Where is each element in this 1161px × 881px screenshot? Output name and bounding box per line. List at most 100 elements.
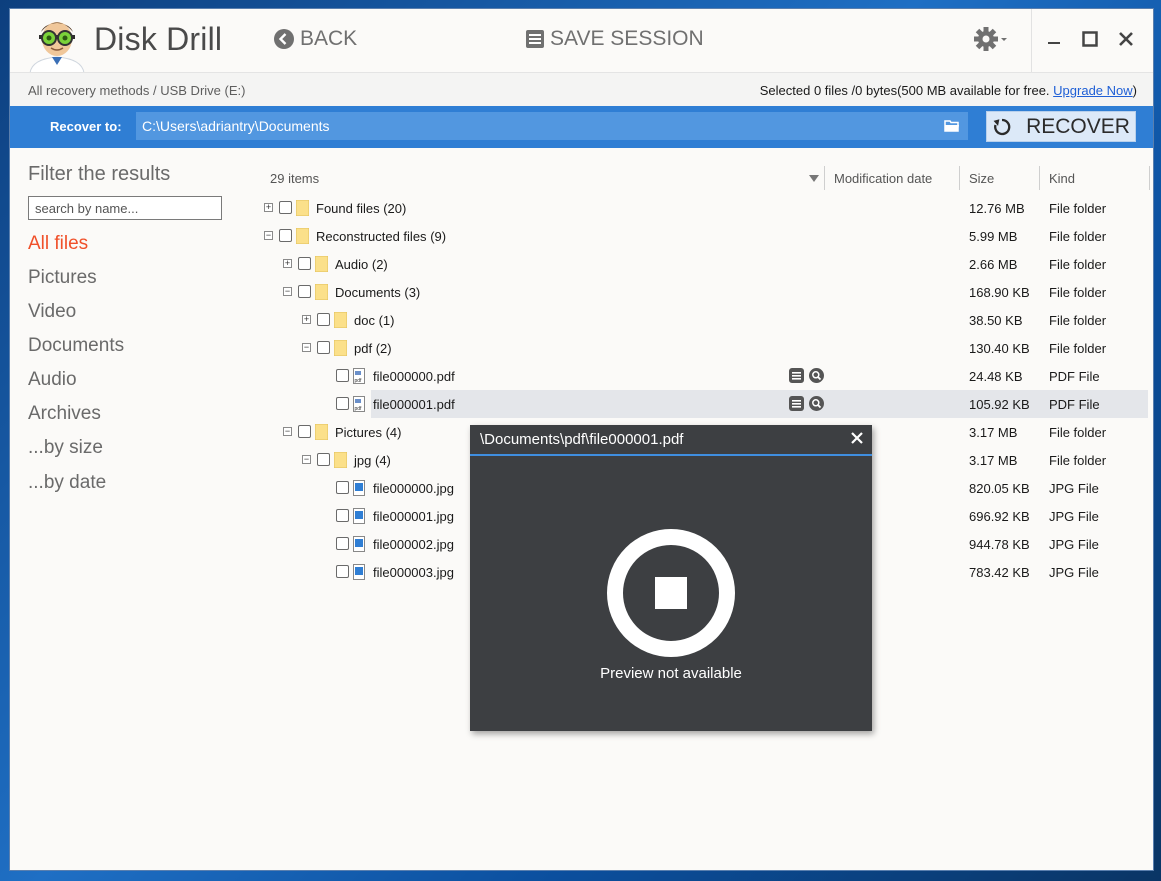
table-row[interactable]: pdf file000001.pdf 105.92 KB PDF File	[258, 390, 1148, 418]
pdf-file-icon: pdf	[353, 368, 365, 384]
row-kind: PDF File	[1049, 397, 1100, 412]
save-session-button[interactable]: SAVE SESSION	[526, 27, 704, 51]
breadcrumb[interactable]: All recovery methods / USB Drive (E:)	[28, 83, 245, 98]
column-header-kind[interactable]: Kind	[1049, 171, 1075, 186]
details-icon[interactable]	[789, 396, 804, 411]
table-row[interactable]: pdf file000000.pdf 24.48 KB PDF File	[258, 362, 1148, 390]
row-checkbox[interactable]	[279, 201, 292, 214]
app-title: Disk Drill	[94, 21, 223, 57]
row-size: 130.40 KB	[969, 341, 1030, 356]
row-kind: File folder	[1049, 341, 1107, 356]
column-separator	[824, 166, 825, 190]
row-name: file000000.pdf	[373, 369, 455, 384]
collapse-icon[interactable]: −	[283, 287, 292, 296]
row-checkbox[interactable]	[336, 537, 349, 550]
breadcrumb-bar: All recovery methods / USB Drive (E:) Se…	[10, 72, 1153, 107]
minimize-button[interactable]	[1042, 27, 1066, 51]
back-arrow-icon	[274, 29, 294, 49]
row-checkbox[interactable]	[336, 509, 349, 522]
row-name: Found files (20)	[316, 201, 407, 216]
row-checkbox[interactable]	[336, 369, 349, 382]
settings-button[interactable]	[974, 27, 1008, 51]
category-by-size[interactable]: ...by size	[28, 437, 103, 459]
back-button[interactable]: BACK	[274, 27, 357, 51]
row-name: doc (1)	[354, 313, 395, 328]
expand-icon[interactable]: +	[264, 203, 273, 212]
table-row[interactable]: + Found files (20) 12.76 MB File folder	[258, 194, 1148, 222]
row-checkbox[interactable]	[336, 481, 349, 494]
column-separator	[959, 166, 960, 190]
row-kind: JPG File	[1049, 509, 1099, 524]
maximize-icon	[1082, 31, 1098, 47]
table-row[interactable]: − Reconstructed files (9) 5.99 MB File f…	[258, 222, 1148, 250]
image-file-icon	[353, 480, 365, 496]
selection-text: Selected 0 files /0 bytes(500 MB availab…	[759, 83, 1050, 98]
category-pictures[interactable]: Pictures	[28, 267, 97, 289]
row-size: 12.76 MB	[969, 201, 1025, 216]
column-separator	[1149, 166, 1150, 190]
column-header-date[interactable]: Modification date	[834, 171, 932, 186]
row-size: 2.66 MB	[969, 257, 1018, 272]
column-header-size[interactable]: Size	[969, 171, 994, 186]
folder-icon	[334, 340, 347, 356]
row-name: Documents (3)	[335, 285, 421, 300]
folder-icon	[334, 452, 347, 468]
row-checkbox[interactable]	[279, 229, 292, 242]
close-icon[interactable]	[850, 431, 864, 445]
category-by-date[interactable]: ...by date	[28, 472, 106, 494]
folder-icon	[315, 284, 328, 300]
recover-bar: Recover to: C:\Users\adriantry\Documents…	[10, 106, 1153, 148]
row-size: 168.90 KB	[969, 285, 1030, 300]
image-file-icon	[353, 536, 365, 552]
folder-icon	[296, 228, 309, 244]
row-checkbox[interactable]	[317, 341, 330, 354]
row-checkbox[interactable]	[298, 425, 311, 438]
expand-icon[interactable]: +	[302, 315, 311, 324]
sort-dropdown-icon[interactable]	[809, 175, 819, 182]
list-icon	[526, 30, 544, 48]
collapse-icon[interactable]: −	[302, 343, 311, 352]
category-video[interactable]: Video	[28, 301, 76, 323]
category-audio[interactable]: Audio	[28, 369, 77, 391]
row-checkbox[interactable]	[317, 453, 330, 466]
title-bar: Disk Drill BACK SAVE SESSION	[10, 9, 1153, 73]
row-checkbox[interactable]	[298, 285, 311, 298]
row-size: 5.99 MB	[969, 229, 1018, 244]
expand-icon[interactable]: +	[283, 259, 292, 268]
category-archives[interactable]: Archives	[28, 403, 101, 425]
collapse-icon[interactable]: −	[264, 231, 273, 240]
row-checkbox[interactable]	[298, 257, 311, 270]
recover-button[interactable]: RECOVER	[986, 111, 1136, 142]
table-row[interactable]: + doc (1) 38.50 KB File folder	[258, 306, 1148, 334]
titlebar-separator	[1031, 9, 1032, 72]
row-checkbox[interactable]	[336, 565, 349, 578]
preview-search-icon[interactable]	[809, 396, 824, 411]
table-row[interactable]: − pdf (2) 130.40 KB File folder	[258, 334, 1148, 362]
details-icon[interactable]	[789, 368, 804, 383]
preview-search-icon[interactable]	[809, 368, 824, 383]
close-button[interactable]	[1114, 27, 1138, 51]
row-name: pdf (2)	[354, 341, 392, 356]
row-kind: JPG File	[1049, 537, 1099, 552]
upgrade-link[interactable]: Upgrade Now	[1053, 83, 1133, 98]
row-checkbox[interactable]	[336, 397, 349, 410]
row-name: jpg (4)	[354, 453, 391, 468]
search-input[interactable]	[28, 196, 222, 220]
category-all-files[interactable]: All files	[28, 233, 88, 255]
row-checkbox[interactable]	[317, 313, 330, 326]
collapse-icon[interactable]: −	[302, 455, 311, 464]
gear-icon	[974, 27, 1007, 51]
items-count: 29 items	[270, 171, 320, 186]
back-label: BACK	[300, 27, 358, 50]
row-kind: PDF File	[1049, 369, 1100, 384]
folder-open-icon[interactable]	[944, 119, 960, 132]
table-row[interactable]: + Audio (2) 2.66 MB File folder	[258, 250, 1148, 278]
collapse-icon[interactable]: −	[283, 427, 292, 436]
svg-text:pdf: pdf	[355, 378, 363, 384]
preview-title-underline	[470, 454, 872, 456]
maximize-button[interactable]	[1078, 27, 1102, 51]
table-row[interactable]: − Documents (3) 168.90 KB File folder	[258, 278, 1148, 306]
recover-path-field[interactable]: C:\Users\adriantry\Documents	[136, 112, 968, 140]
category-documents[interactable]: Documents	[28, 335, 124, 357]
row-name: file000001.jpg	[373, 509, 454, 524]
